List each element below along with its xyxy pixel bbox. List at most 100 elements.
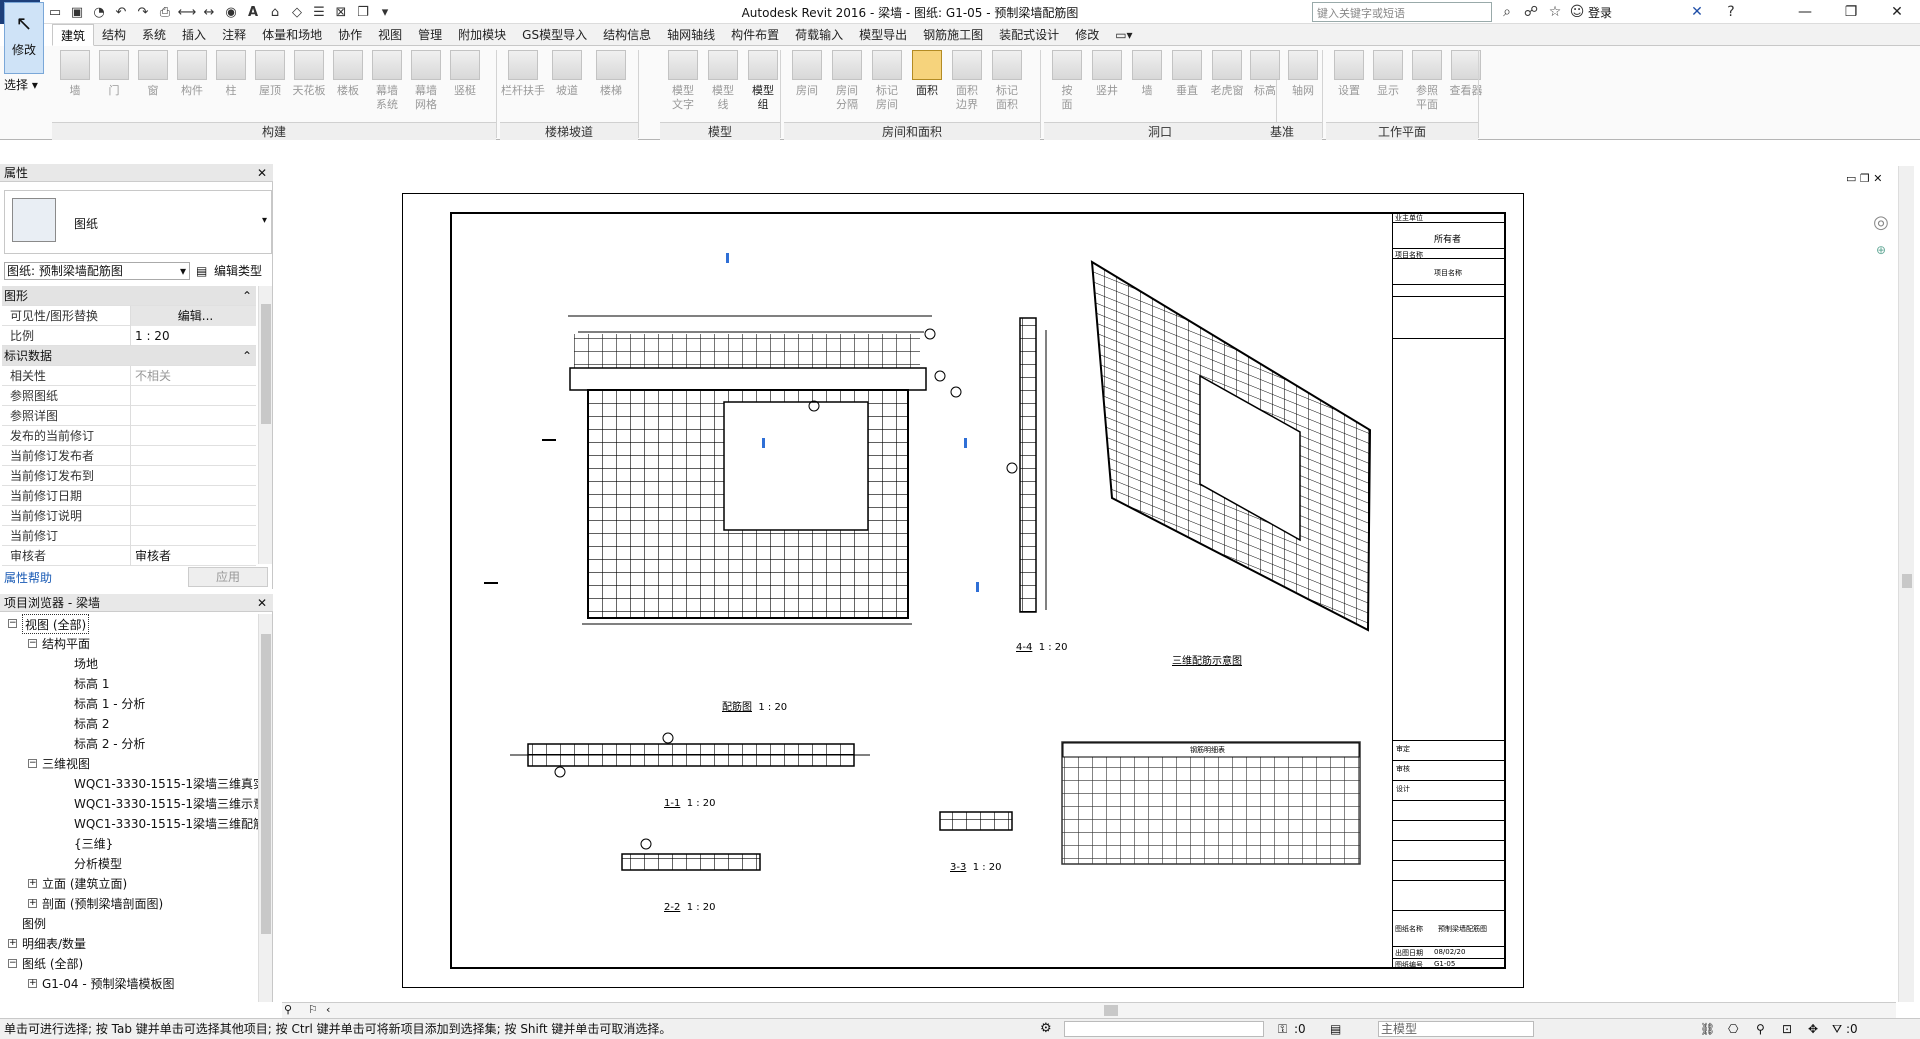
rebar-tag xyxy=(554,766,566,778)
ribbon-button-0-9[interactable]: 幕墙 网格 xyxy=(407,48,445,122)
select-by-face-icon[interactable]: ⊡ xyxy=(1782,1019,1792,1039)
scroll-left-icon[interactable]: ‹ xyxy=(326,1003,330,1016)
ribbon-button-0-2[interactable]: 窗 xyxy=(134,48,172,122)
ribbon-button-4-1[interactable]: 竖井 xyxy=(1088,48,1126,122)
ribbon-group-title-1[interactable]: 楼梯坡道 xyxy=(500,122,638,140)
ribbon-button-0-0[interactable]: 墙 xyxy=(56,48,94,122)
tb-line xyxy=(1392,248,1506,249)
tb-drawing-name: 预制梁墙配筋图 xyxy=(1438,925,1487,933)
zoom-icon[interactable]: ⊕ xyxy=(1868,243,1894,257)
caption-section-3-3-title: 3-3 xyxy=(950,862,967,873)
section-2-2-outline xyxy=(621,853,761,871)
ribbon-tool-icon xyxy=(177,50,207,80)
ribbon-tool-icon xyxy=(668,50,698,80)
ribbon-button-0-3[interactable]: 构件 xyxy=(173,48,211,122)
horizontal-scroll-thumb[interactable] xyxy=(1104,1005,1118,1016)
tb-line xyxy=(1392,820,1506,821)
ribbon-tool-icon xyxy=(255,50,285,80)
ribbon-button-6-3[interactable]: 查看器 xyxy=(1447,48,1485,122)
ribbon-button-3-1[interactable]: 房间 分隔 xyxy=(828,48,866,122)
ribbon-button-3-3[interactable]: 面积 xyxy=(908,48,946,122)
ribbon-button-3-0[interactable]: 房间 xyxy=(788,48,826,122)
ribbon-group-title-5[interactable]: 基准 xyxy=(1242,122,1322,140)
drag-elements-icon[interactable]: ✥ xyxy=(1808,1019,1818,1039)
ribbon-tool-icon xyxy=(1373,50,1403,80)
ribbon-button-1-2[interactable]: 楼梯 xyxy=(592,48,630,122)
ribbon-button-0-7[interactable]: 楼板 xyxy=(329,48,367,122)
ribbon-button-5-0[interactable]: 标高 xyxy=(1246,48,1284,122)
editing-requests-count: :0 xyxy=(1294,1022,1306,1036)
ribbon-button-1-1[interactable]: 坡道 xyxy=(548,48,586,122)
ribbon-tool-icon xyxy=(1212,50,1242,80)
worksets-icon[interactable]: ⚙ xyxy=(1040,1019,1052,1039)
ribbon-button-6-1[interactable]: 显示 xyxy=(1369,48,1407,122)
filter-icon[interactable]: ⛛ xyxy=(1832,1019,1842,1039)
ribbon-tool-icon xyxy=(1092,50,1122,80)
ribbon-button-0-6[interactable]: 天花板 xyxy=(290,48,328,122)
rebar-schedule-table[interactable] xyxy=(1061,741,1361,865)
select-pinned-icon[interactable]: ⚲ xyxy=(1756,1019,1765,1039)
design-options-icon[interactable]: ▤ xyxy=(1330,1019,1341,1039)
section-1-1-view[interactable] xyxy=(510,732,870,778)
tb-line xyxy=(1392,760,1506,761)
3d-rebar-view[interactable] xyxy=(1090,260,1372,632)
section-marker[interactable] xyxy=(542,439,556,441)
ribbon-group-title-0[interactable]: 构建 xyxy=(52,122,496,140)
ribbon-button-0-10[interactable]: 竖梃 xyxy=(446,48,484,122)
ribbon-button-3-2[interactable]: 标记 房间 xyxy=(868,48,906,122)
ribbon-group-title-6[interactable]: 工作平面 xyxy=(1326,122,1478,140)
rebar-tag xyxy=(640,838,652,850)
caption-section-4-4: 4-4 1 : 20 xyxy=(1016,642,1068,653)
section-marker-blue[interactable] xyxy=(976,582,979,592)
canvas-vertical-scrollbar[interactable] xyxy=(1898,166,1914,1002)
ribbon-button-5-1[interactable]: 轴网 xyxy=(1284,48,1322,122)
tb-line xyxy=(1392,780,1506,781)
section-marker-blue[interactable] xyxy=(762,438,765,448)
pin-icon[interactable]: ⚐ xyxy=(308,1003,318,1016)
section-marker[interactable] xyxy=(484,582,498,584)
ribbon-button-2-1[interactable]: 模型 线 xyxy=(704,48,742,122)
ribbon-button-4-3[interactable]: 垂直 xyxy=(1168,48,1206,122)
ribbon-tool-icon xyxy=(1172,50,1202,80)
model-selector[interactable]: 主模型 xyxy=(1378,1021,1534,1037)
ribbon-button-0-1[interactable]: 门 xyxy=(95,48,133,122)
ribbon-button-0-5[interactable]: 屋顶 xyxy=(251,48,289,122)
ribbon-button-4-4[interactable]: 老虎窗 xyxy=(1208,48,1246,122)
steering-wheel-icon[interactable]: ◎ xyxy=(1868,212,1894,233)
select-underlay-icon[interactable]: ⎔ xyxy=(1728,1019,1738,1039)
caption-section-1-1-scale: 1 : 20 xyxy=(686,798,716,809)
ribbon-group-title-3[interactable]: 房间和面积 xyxy=(784,122,1040,140)
ribbon-tool-icon xyxy=(1334,50,1364,80)
ribbon-button-6-2[interactable]: 参照 平面 xyxy=(1408,48,1446,122)
ribbon-button-2-0[interactable]: 模型 文字 xyxy=(664,48,702,122)
select-links-icon[interactable]: ⛓ xyxy=(1700,1019,1715,1039)
tb-line xyxy=(1392,338,1506,339)
section-4-4-view[interactable] xyxy=(1006,317,1047,613)
scroll-thumb[interactable] xyxy=(1902,574,1912,588)
caption-elevation-scale: 1 : 20 xyxy=(758,702,788,713)
ribbon-group-separator xyxy=(1322,50,1323,138)
ribbon-group-title-2[interactable]: 模型 xyxy=(660,122,780,140)
ribbon-button-6-0[interactable]: 设置 xyxy=(1330,48,1368,122)
ribbon-button-2-2[interactable]: 模型 组 xyxy=(744,48,782,122)
rebar-elevation-view[interactable] xyxy=(568,315,962,625)
ribbon-group-separator xyxy=(1478,50,1479,138)
ribbon-button-0-8[interactable]: 幕墙 系统 xyxy=(368,48,406,122)
ribbon-button-4-0[interactable]: 按 面 xyxy=(1048,48,1086,122)
ribbon-button-1-0[interactable]: 栏杆扶手 xyxy=(501,48,545,122)
navigation-bar[interactable]: ◎ ⊕ xyxy=(1868,212,1894,272)
section-2-2-view[interactable] xyxy=(621,838,761,871)
ribbon-group-separator xyxy=(1040,50,1041,138)
view-scale-icon[interactable]: ⚲ xyxy=(284,1003,292,1016)
ribbon-button-0-4[interactable]: 柱 xyxy=(212,48,250,122)
editing-requests-icon[interactable]: ⚿ xyxy=(1278,1019,1287,1039)
elevation-marker[interactable] xyxy=(726,253,729,263)
section-marker-blue[interactable] xyxy=(964,438,967,448)
ribbon-button-3-4[interactable]: 面积 边界 xyxy=(948,48,986,122)
section-3-3-view[interactable] xyxy=(939,811,1013,831)
tb-line xyxy=(1392,284,1506,285)
ribbon-button-3-5[interactable]: 标记 面积 xyxy=(988,48,1026,122)
ribbon-tool-icon xyxy=(411,50,441,80)
ribbon-button-4-2[interactable]: 墙 xyxy=(1128,48,1166,122)
workset-selector[interactable] xyxy=(1064,1021,1264,1037)
